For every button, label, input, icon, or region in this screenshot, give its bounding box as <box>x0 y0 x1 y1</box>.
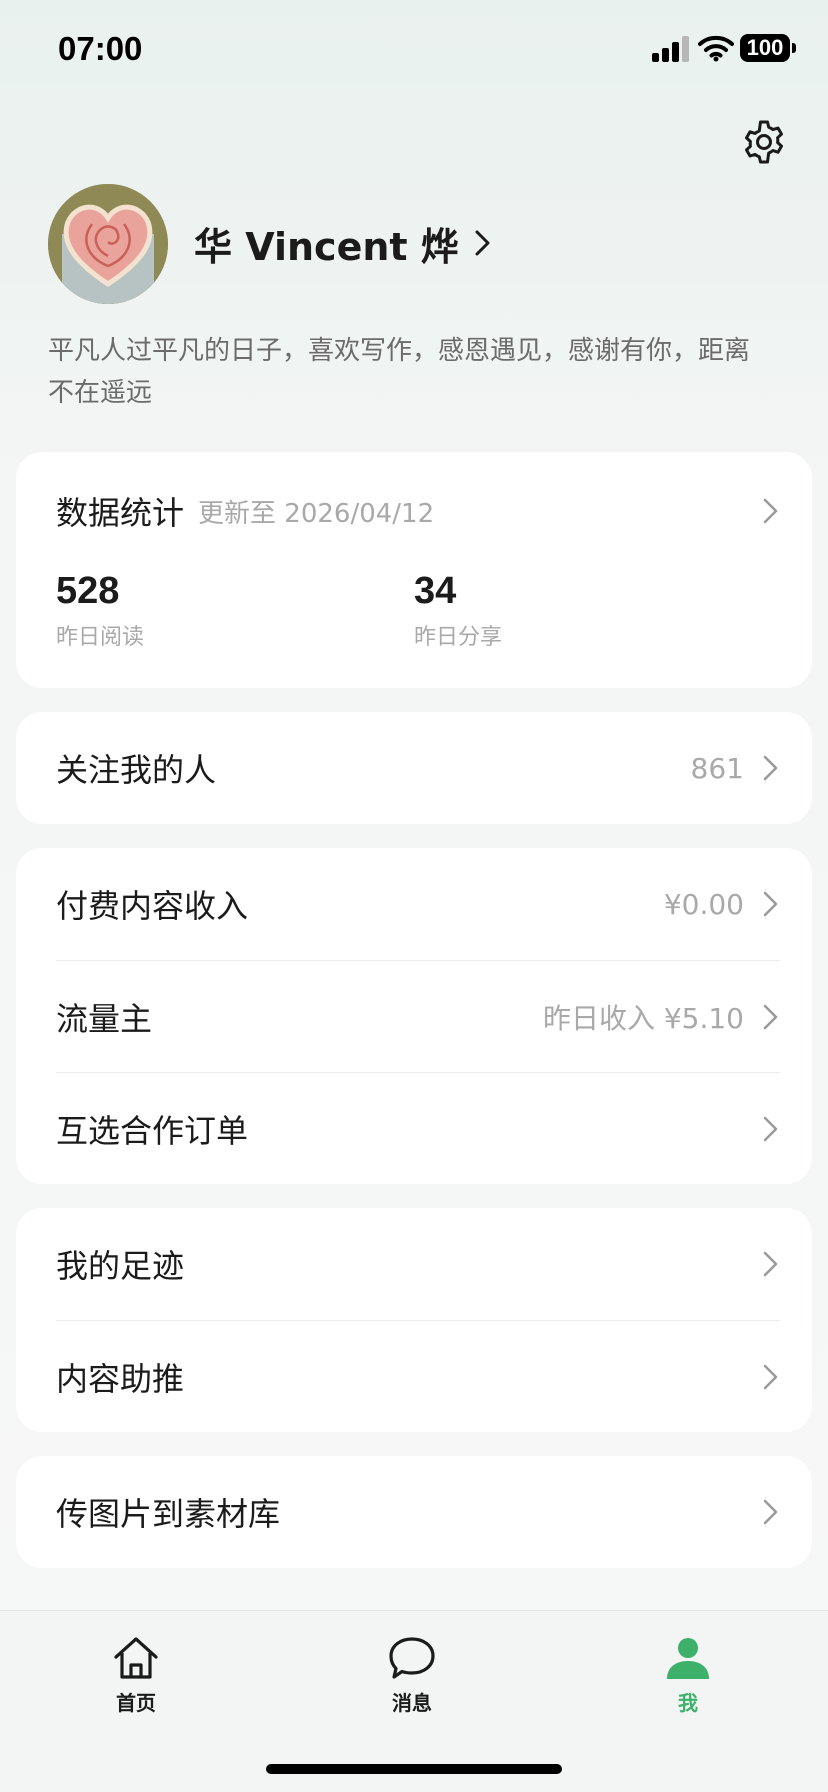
tab-label: 我 <box>678 1691 698 1715</box>
traffic-owner-row[interactable]: 流量主 昨日收入 ¥5.10 <box>56 960 780 1072</box>
row-label: 流量主 <box>56 999 153 1038</box>
stats-title: 数据统计 <box>56 494 185 532</box>
followers-card: 关注我的人 861 <box>16 712 812 824</box>
content-promote-row[interactable]: 内容助推 <box>56 1320 780 1432</box>
stat-yesterday-reads: 528 昨日阅读 <box>56 570 144 651</box>
footprint-row[interactable]: 我的足迹 <box>56 1208 780 1320</box>
person-icon <box>667 1638 709 1679</box>
chevron-right-icon <box>763 1364 778 1389</box>
message-icon <box>389 1637 435 1679</box>
chevron-right-icon <box>763 1116 778 1141</box>
stats-header[interactable]: 数据统计 更新至 2026/04/12 <box>56 486 780 536</box>
traffic-income-value: 昨日收入 ¥5.10 <box>542 1001 744 1035</box>
battery-indicator: 100 <box>740 34 790 62</box>
upload-card: 传图片到素材库 <box>16 1456 812 1568</box>
home-icon <box>114 1637 158 1679</box>
misc-card: 我的足迹 内容助推 <box>16 1208 812 1432</box>
stat-label: 昨日分享 <box>414 625 503 650</box>
tab-me[interactable]: 我 <box>628 1635 748 1716</box>
tab-label: 首页 <box>116 1691 156 1715</box>
stats-card[interactable]: 数据统计 更新至 2026/04/12 528 昨日阅读 34 昨日分享 <box>16 452 812 688</box>
username-link[interactable]: 华 Vincent 烨 <box>194 218 493 269</box>
row-label: 我的足迹 <box>56 1247 185 1285</box>
gear-icon[interactable] <box>740 118 788 166</box>
row-label: 传图片到素材库 <box>56 1495 281 1533</box>
tab-label: 消息 <box>392 1691 432 1715</box>
status-time: 07:00 <box>58 30 143 67</box>
upload-to-library-row[interactable]: 传图片到素材库 <box>56 1456 780 1568</box>
row-label: 关注我的人 <box>56 751 217 789</box>
stat-yesterday-shares: 34 昨日分享 <box>414 570 502 651</box>
chevron-right-icon <box>763 498 778 524</box>
tab-messages[interactable]: 消息 <box>352 1635 472 1716</box>
cooperation-orders-row[interactable]: 互选合作订单 <box>56 1072 780 1184</box>
row-label: 内容助推 <box>56 1359 185 1398</box>
income-card: 付费内容收入 ¥0.00 流量主 昨日收入 ¥5.10 互选合作订单 <box>16 848 812 1184</box>
profile-bio: 平凡人过平凡的日子，喜欢写作，感恩遇见，感谢有你，距离不在遥远 <box>48 336 751 408</box>
row-label: 互选合作订单 <box>56 1111 249 1150</box>
paid-income-value: ¥0.00 <box>663 887 744 921</box>
rose-heart-image <box>48 184 168 304</box>
followers-row[interactable]: 关注我的人 861 <box>56 712 780 824</box>
status-bar: 07:00 100 <box>0 0 828 100</box>
chevron-right-icon <box>763 1499 778 1525</box>
stat-value: 34 <box>414 570 457 612</box>
chevron-right-icon <box>763 755 778 781</box>
username: 华 Vincent 烨 <box>194 224 459 269</box>
chevron-right-icon <box>475 230 490 256</box>
avatar[interactable] <box>48 184 168 304</box>
chevron-right-icon <box>763 891 778 917</box>
battery-cap <box>792 43 796 53</box>
row-label: 付费内容收入 <box>56 887 249 925</box>
followers-count: 861 <box>690 751 744 785</box>
home-indicator[interactable] <box>266 1764 562 1774</box>
profile-screen: 07:00 100 华 Vincent 烨 平凡人过平凡的日子，喜欢写作，感恩遇… <box>0 0 828 1792</box>
wifi-icon <box>698 35 734 62</box>
chevron-right-icon <box>763 1004 778 1029</box>
stat-label: 昨日阅读 <box>56 625 145 650</box>
signal-icon <box>652 36 689 62</box>
stats-updated-date: 更新至 2026/04/12 <box>198 498 435 529</box>
paid-content-income-row[interactable]: 付费内容收入 ¥0.00 <box>56 848 780 960</box>
chevron-right-icon <box>763 1251 778 1277</box>
tab-home[interactable]: 首页 <box>76 1635 196 1716</box>
stat-value: 528 <box>56 570 120 612</box>
